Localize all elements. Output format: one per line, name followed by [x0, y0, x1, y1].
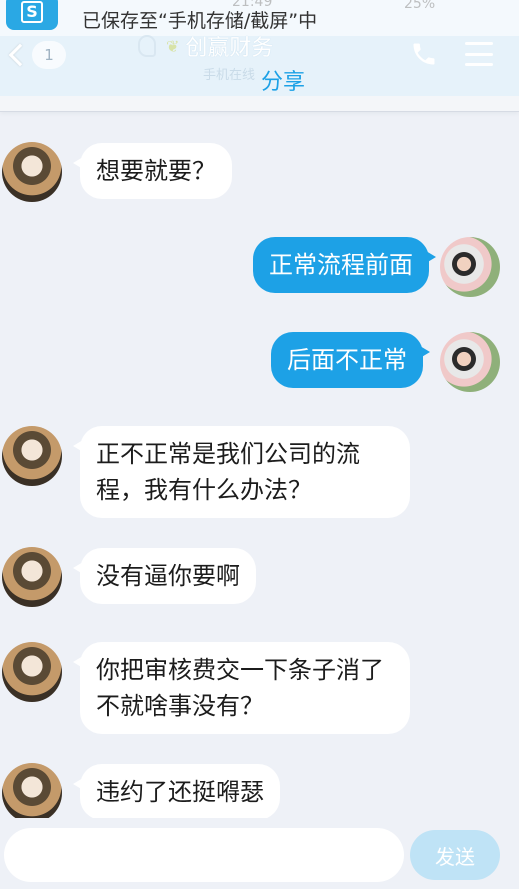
page-title: 创赢财务	[185, 36, 274, 61]
message-bubble-outgoing[interactable]: 正常流程前面	[253, 237, 436, 293]
my-avatar[interactable]	[440, 237, 500, 297]
leaf-icon: ❦	[166, 36, 180, 56]
composer-bar: 发送	[0, 818, 519, 889]
message-bubble-incoming[interactable]: 你把审核费交一下条子消了不就啥事没有？	[73, 642, 410, 734]
share-label: 分享	[261, 70, 306, 95]
chevron-left-icon	[8, 43, 32, 67]
my-avatar[interactable]	[440, 332, 500, 392]
contact-avatar[interactable]	[2, 426, 62, 486]
message-bubble-incoming[interactable]: 想要就要？	[73, 143, 232, 199]
message-bubble-incoming[interactable]: 没有逼你要啊	[73, 548, 256, 604]
app-badge-letter: S	[21, 1, 43, 23]
message-list[interactable]: 想要就要？ 正常流程前面 后面不正常 正不正常是我们公司的流程，我有什么办法？ …	[0, 112, 519, 818]
message-bubble-incoming[interactable]: 正不正常是我们公司的流程，我有什么办法？	[73, 426, 410, 518]
contact-avatar[interactable]	[2, 547, 62, 607]
phone-icon[interactable]	[410, 40, 438, 68]
menu-icon[interactable]	[465, 42, 493, 66]
ear-mode-icon	[138, 35, 156, 57]
chat-title-row: ❦ 创赢财务	[138, 32, 338, 61]
status-battery: 25%	[404, 0, 436, 12]
message-bubble-incoming[interactable]: 违约了还挺嘚瑟	[73, 764, 280, 818]
back-button[interactable]: 1	[4, 40, 68, 70]
online-status: 手机在线	[203, 68, 256, 83]
message-bubble-outgoing[interactable]: 后面不正常	[271, 332, 430, 388]
message-input[interactable]	[4, 828, 404, 882]
contact-avatar[interactable]	[2, 142, 62, 202]
contact-avatar[interactable]	[2, 642, 62, 702]
unread-badge: 1	[32, 41, 66, 69]
chat-header: S 21:49 25% 已保存至“手机存储/截屏”中 1 ❦ 创赢财务 手机在线…	[0, 0, 519, 96]
send-button[interactable]: 发送	[410, 830, 500, 880]
toast-message: 已保存至“手机存储/截屏”中	[82, 10, 318, 32]
screenshot-app-icon: S	[6, 0, 58, 30]
contact-avatar[interactable]	[2, 763, 62, 818]
